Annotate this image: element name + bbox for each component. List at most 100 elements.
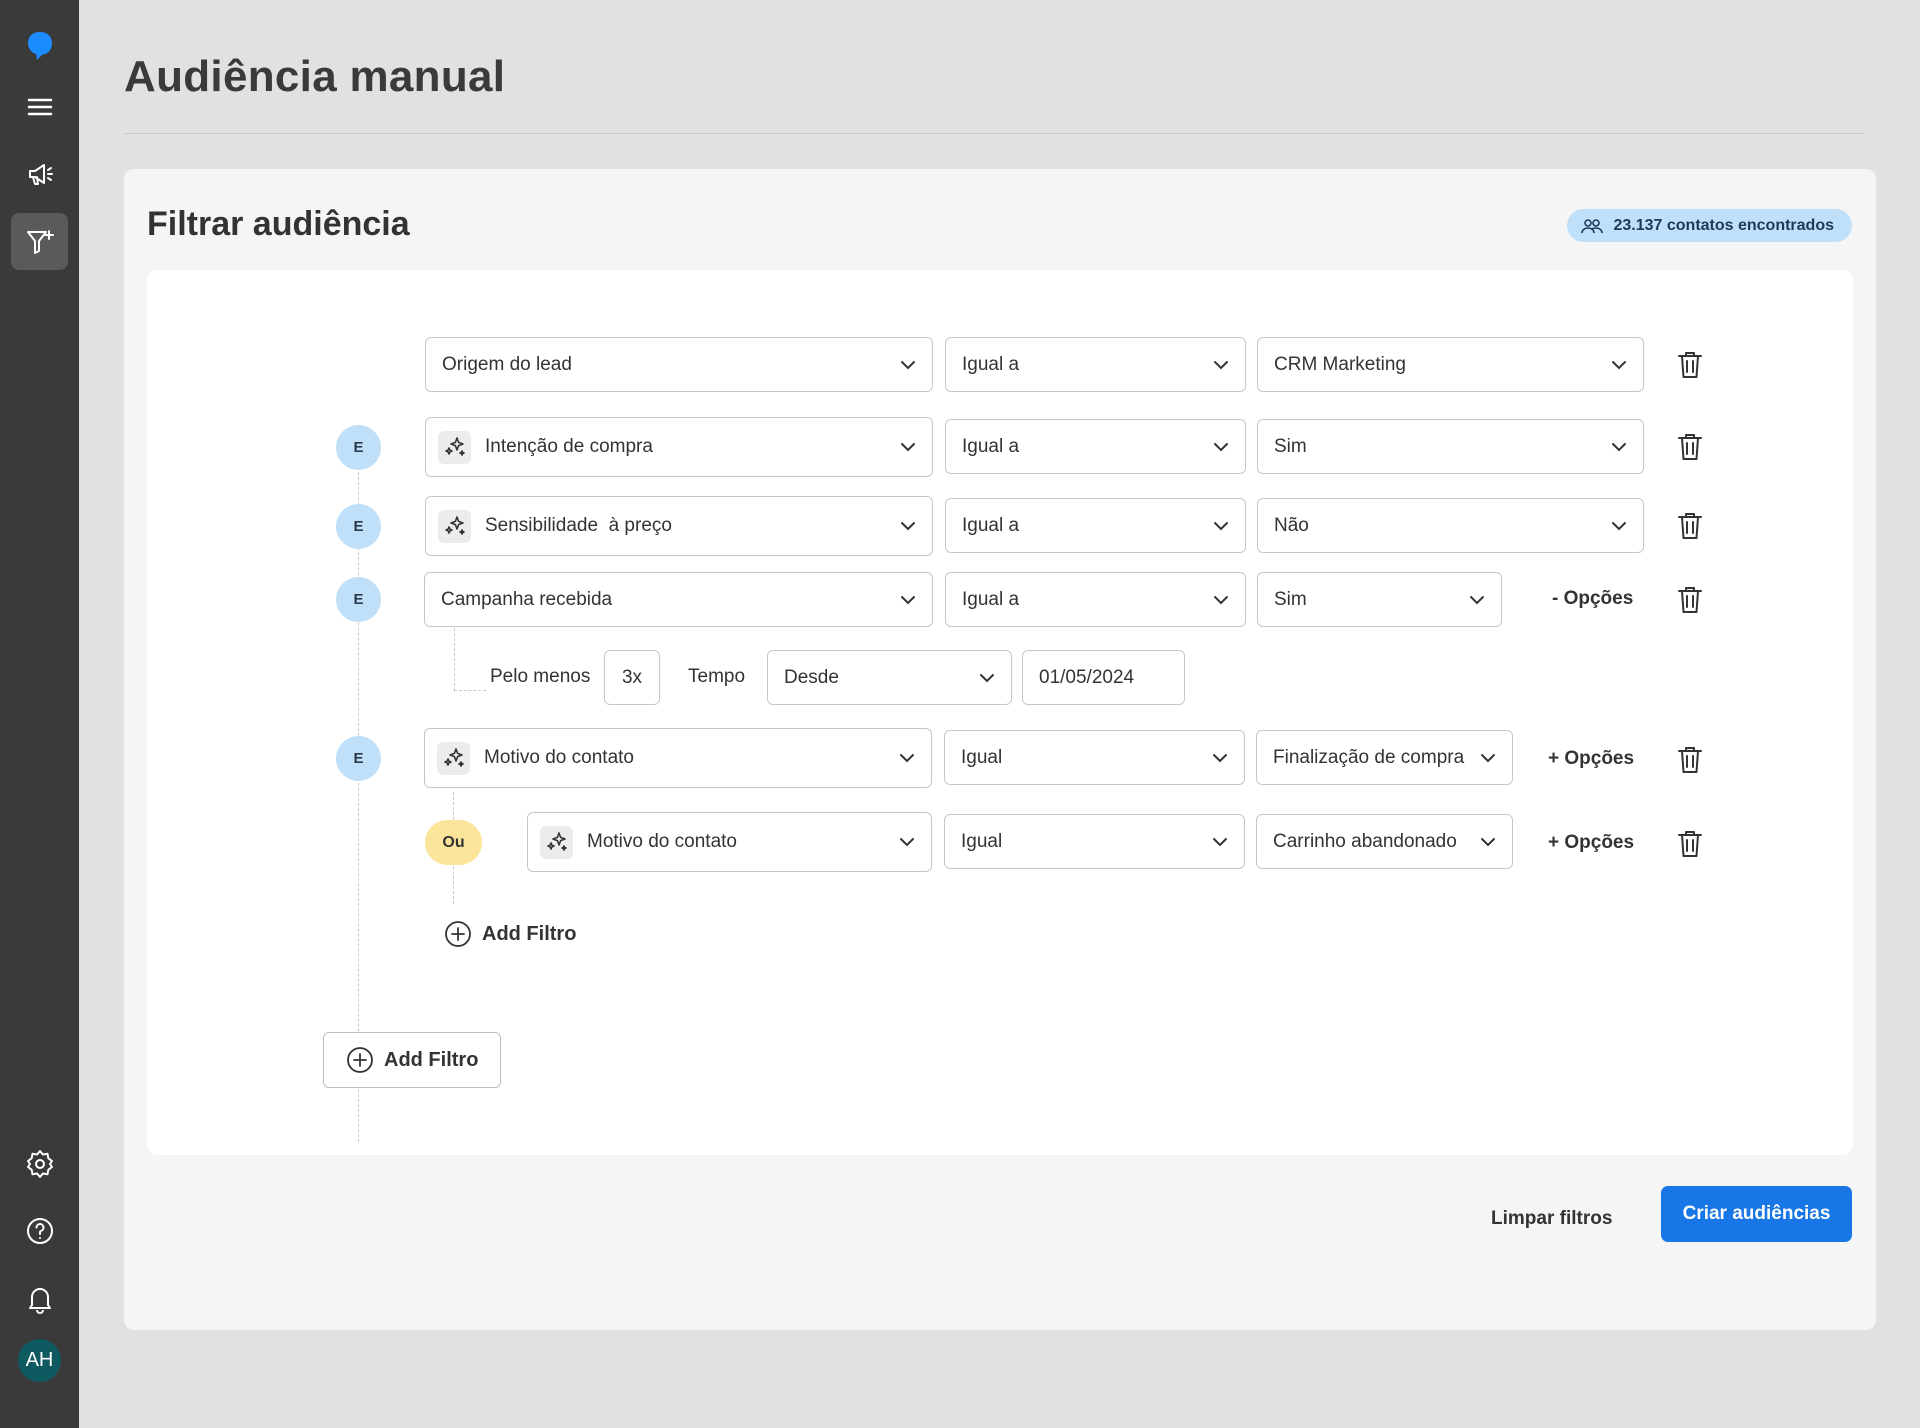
ai-field-badge [438, 509, 471, 543]
help-nav[interactable] [11, 1202, 68, 1259]
filter-field-select[interactable]: Sensibilidade à preço [425, 496, 933, 556]
chevron-down-icon [1214, 442, 1228, 451]
chevron-down-icon [1612, 521, 1626, 530]
filter-operator-value: Igual a [962, 353, 1020, 375]
app-logo[interactable] [11, 17, 68, 74]
chevron-down-icon [1481, 837, 1495, 846]
sub-connector-line [454, 628, 455, 691]
notifications-nav[interactable] [11, 1270, 68, 1327]
and-connector-badge: E [336, 577, 381, 622]
trash-icon[interactable] [1677, 432, 1703, 462]
ai-field-badge [540, 825, 573, 859]
avatar[interactable]: AH [18, 1339, 61, 1382]
chevron-down-icon [1214, 595, 1228, 604]
options-toggle[interactable]: - Opções [1552, 588, 1633, 610]
header-divider [124, 133, 1865, 134]
time-label: Tempo [688, 666, 746, 687]
filter-value-value: Carrinho abandonado [1273, 830, 1457, 852]
filter-field-value: Intenção de compra [485, 436, 653, 457]
add-filter-button[interactable]: Add Filtro [323, 1032, 502, 1088]
trash-icon[interactable] [1677, 585, 1703, 615]
filter-operator-value: Igual [961, 746, 1003, 768]
filter-value-select[interactable]: Não [1257, 498, 1644, 553]
filter-field-select[interactable]: Motivo do contato [527, 812, 932, 872]
filter-value-value: Finalização de compra [1273, 746, 1465, 768]
and-connector-badge: E [336, 504, 381, 549]
and-connector-badge: E [336, 425, 381, 470]
trash-icon[interactable] [1677, 829, 1703, 859]
options-toggle[interactable]: + Opções [1548, 748, 1634, 770]
filter-operator-select[interactable]: Igual a [945, 337, 1246, 392]
trash-icon[interactable] [1677, 745, 1703, 775]
menu-button[interactable] [11, 78, 68, 135]
at-least-label: Pelo menos [490, 666, 591, 687]
filter-operator-select[interactable]: Igual [944, 814, 1245, 869]
filter-value-value: Não [1274, 514, 1309, 536]
chevron-down-icon [1470, 595, 1484, 604]
filter-value-select[interactable]: Sim [1257, 419, 1644, 474]
chevron-down-icon [1213, 753, 1227, 762]
or-connector-badge: Ou [425, 820, 482, 865]
gear-icon [26, 1149, 53, 1178]
settings-nav[interactable] [11, 1135, 68, 1192]
chevron-down-icon [1481, 753, 1495, 762]
filter-operator-select[interactable]: Igual a [945, 498, 1246, 553]
filter-operator-value: Igual a [962, 435, 1020, 457]
chevron-down-icon [901, 443, 915, 452]
filter-field-value: Motivo do contato [587, 831, 737, 852]
and-connector-badge: E [336, 736, 381, 781]
chevron-down-icon [1214, 521, 1228, 530]
filter-field-value: Origem do lead [442, 353, 572, 375]
options-toggle[interactable]: + Opções [1548, 832, 1634, 854]
time-operator-value: Desde [784, 666, 839, 688]
filter-panel: Filtrar audiência 23.137 contatos encont… [124, 169, 1876, 1330]
ai-field-badge [438, 430, 471, 464]
filter-operator-value: Igual [961, 830, 1003, 852]
filter-operator-value: Igual a [962, 514, 1020, 536]
time-operator-select[interactable]: Desde [767, 650, 1012, 705]
filter-operator-select[interactable]: Igual [944, 730, 1245, 785]
audience-filter-nav[interactable] [11, 213, 68, 270]
at-least-input[interactable]: 3x [604, 650, 660, 705]
filter-field-select[interactable]: Intenção de compra [425, 417, 933, 477]
menu-icon [27, 98, 52, 115]
filter-value-value: Sim [1274, 588, 1307, 610]
chevron-down-icon [901, 360, 915, 369]
create-audience-button[interactable]: Criar audiências [1661, 1186, 1852, 1242]
filter-value-value: Sim [1274, 435, 1307, 457]
sparkles-icon [444, 437, 465, 456]
ai-field-badge [437, 741, 470, 775]
megaphone-icon [28, 163, 53, 185]
date-input[interactable]: 01/05/2024 [1022, 650, 1185, 705]
filter-field-select[interactable]: Campanha recebida [424, 572, 933, 627]
filter-operator-select[interactable]: Igual a [945, 572, 1246, 627]
clear-filters-button[interactable]: Limpar filtros [1491, 1208, 1612, 1230]
filter-value-select[interactable]: Carrinho abandonado [1256, 814, 1513, 869]
filter-field-value: Motivo do contato [484, 747, 634, 768]
filter-operator-select[interactable]: Igual a [945, 419, 1246, 474]
sparkles-icon [444, 516, 465, 535]
chevron-down-icon [1213, 837, 1227, 846]
filter-field-select[interactable]: Motivo do contato [424, 728, 932, 788]
sparkles-icon [546, 832, 567, 851]
filter-value-select[interactable]: CRM Marketing [1257, 337, 1644, 392]
panel-title: Filtrar audiência [147, 205, 410, 243]
chat-logo-icon [27, 31, 52, 60]
filter-operator-value: Igual a [962, 588, 1020, 610]
filter-value-select[interactable]: Finalização de compra [1256, 730, 1513, 785]
contacts-count-label: 23.137 contatos encontrados [1613, 216, 1834, 234]
chevron-down-icon [980, 673, 994, 682]
campaigns-nav[interactable] [11, 145, 68, 202]
plus-circle-icon [445, 921, 471, 947]
filter-builder: Origem do lead Igual a CRM Marketing E I… [147, 270, 1853, 1155]
chevron-down-icon [1612, 442, 1626, 451]
filter-field-select[interactable]: Origem do lead [425, 337, 933, 392]
chevron-down-icon [900, 838, 914, 847]
filter-value-select[interactable]: Sim [1257, 572, 1502, 627]
add-group-filter-link[interactable]: Add Filtro [444, 920, 576, 948]
trash-icon[interactable] [1677, 511, 1703, 541]
filter-field-value: Sensibilidade à preço [485, 515, 672, 536]
bell-icon [28, 1287, 51, 1314]
trash-icon[interactable] [1677, 350, 1703, 380]
add-group-filter-label: Add Filtro [482, 922, 577, 945]
